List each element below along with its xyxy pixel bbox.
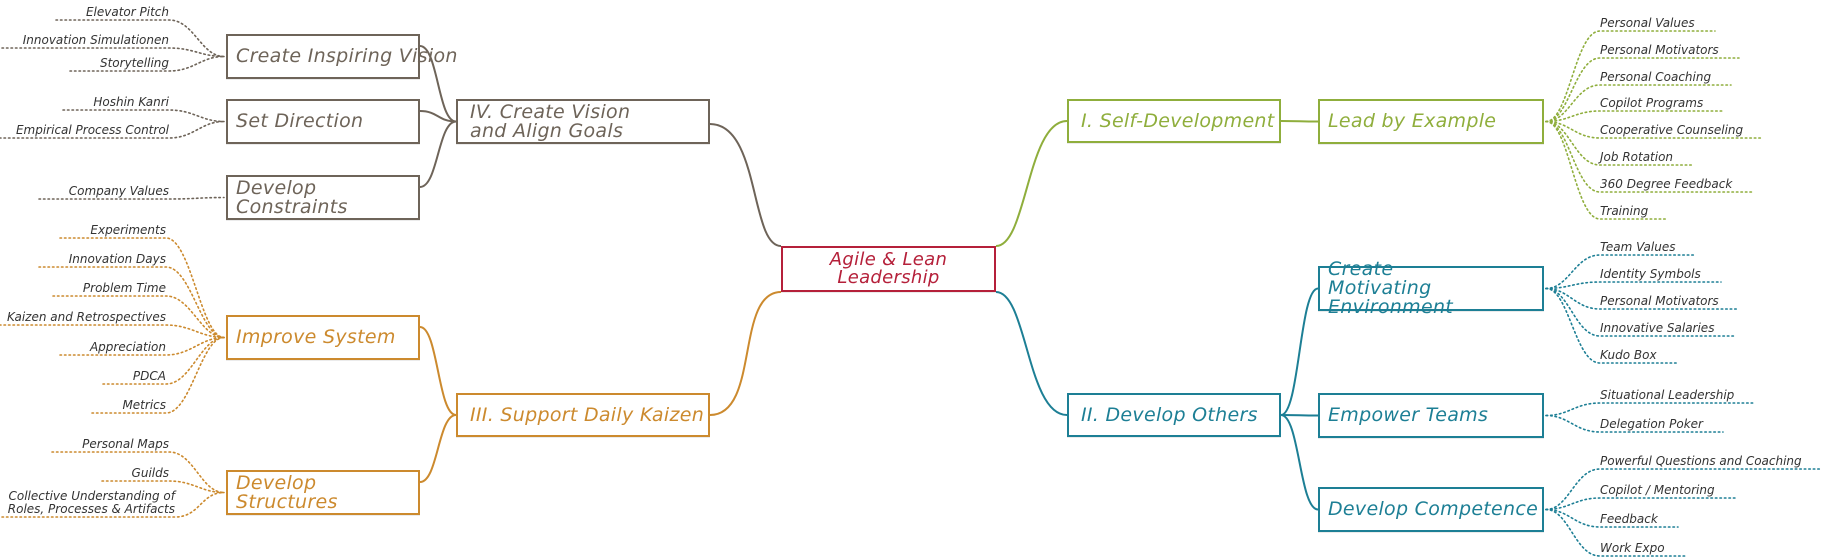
node-create-motivating-environment[interactable]: Create Motivating Environment	[1318, 260, 1544, 317]
leaf-job-rotation[interactable]: Job Rotation	[1600, 151, 1673, 163]
node-lead-by-example[interactable]: Lead by Example	[1318, 99, 1544, 144]
leaf-delegation-poker[interactable]: Delegation Poker	[1600, 418, 1703, 430]
leaf-connector	[1545, 281, 1722, 290]
leaf-innovative-salaries[interactable]: Innovative Salaries	[1600, 322, 1714, 334]
leaf-connector	[38, 266, 225, 339]
leaf-training[interactable]: Training	[1600, 205, 1648, 217]
leaf-identity-symbols[interactable]: Identity Symbols	[1600, 268, 1701, 280]
connector-root-self	[995, 120, 1068, 247]
leaf-kudo-box[interactable]: Kudo Box	[1600, 349, 1657, 361]
leaf-guilds[interactable]: Guilds	[132, 467, 169, 479]
leaf-storytelling[interactable]: Storytelling	[100, 57, 169, 69]
leaf-connector	[62, 109, 225, 123]
leaf-empirical-process-control[interactable]: Empirical Process Control	[16, 124, 169, 136]
connector-self-lead	[1280, 120, 1319, 123]
connector-kaizen-improve	[419, 326, 457, 416]
branch-support-kaizen[interactable]: III. Support Daily Kaizen	[456, 393, 710, 437]
leaf-connector	[1545, 497, 1736, 511]
leaf-connector	[1545, 402, 1755, 417]
leaf-360-degree-feedback[interactable]: 360 Degree Feedback	[1600, 178, 1732, 190]
leaf-situational-leadership[interactable]: Situational Leadership	[1600, 389, 1734, 401]
root-label: Agile & Lean Leadership	[829, 249, 948, 288]
node-develop-competence[interactable]: Develop Competence	[1318, 487, 1544, 532]
leaf-innovation-simulationen[interactable]: Innovation Simulationen	[23, 34, 169, 46]
leaf-elevator-pitch[interactable]: Elevator Pitch	[86, 6, 169, 18]
branch-label: III. Support Daily Kaizen	[470, 403, 705, 426]
leaf-collective-understanding[interactable]: Collective Understanding of Roles, Proce…	[5, 490, 175, 515]
node-label: Develop Constraints	[236, 176, 348, 218]
connector-others-competence	[1280, 414, 1319, 511]
node-develop-structures[interactable]: Develop Structures	[226, 470, 420, 515]
leaf-personal-values[interactable]: Personal Values	[1600, 17, 1695, 29]
node-label: Improve System	[236, 326, 396, 348]
leaf-connector	[1545, 110, 1724, 123]
leaf-copilot-programs[interactable]: Copilot Programs	[1600, 97, 1703, 109]
leaf-personal-motivators-2[interactable]: Personal Motivators	[1600, 295, 1719, 307]
branch-develop-others[interactable]: II. Develop Others	[1067, 393, 1281, 437]
leaf-powerful-questions[interactable]: Powerful Questions and Coaching	[1600, 455, 1802, 467]
node-label: Create Motivating Environment	[1328, 258, 1454, 318]
node-label: Develop Structures	[236, 471, 338, 513]
node-create-inspiring-vision[interactable]: Create Inspiring Vision	[226, 34, 457, 79]
branch-self-development[interactable]: I. Self-Development	[1067, 99, 1281, 143]
leaf-hoshin-kanri[interactable]: Hoshin Kanri	[93, 96, 169, 108]
connector-others-empower	[1280, 414, 1319, 417]
node-label: Set Direction	[236, 110, 364, 132]
leaf-company-values[interactable]: Company Values	[69, 185, 169, 197]
leaf-pdca[interactable]: PDCA	[133, 370, 166, 382]
node-improve-system[interactable]: Improve System	[226, 315, 420, 360]
branch-label: I. Self-Development	[1081, 109, 1275, 132]
leaf-team-values[interactable]: Team Values	[1600, 241, 1675, 253]
leaf-copilot-mentoring[interactable]: Copilot / Mentoring	[1600, 484, 1715, 496]
connector-kaizen-structures	[419, 414, 457, 483]
connector-root-vision	[709, 123, 782, 247]
leaf-appreciation[interactable]: Appreciation	[90, 341, 166, 353]
leaf-connector	[0, 324, 225, 339]
branch-label: IV. Create Vision and Align Goals	[470, 100, 631, 142]
connector-root-kaizen	[709, 291, 782, 416]
leaf-cooperative-counseling[interactable]: Cooperative Counseling	[1600, 124, 1743, 136]
node-label: Develop Competence	[1328, 498, 1539, 520]
leaf-experiments[interactable]: Experiments	[90, 224, 166, 236]
leaf-innovation-days[interactable]: Innovation Days	[69, 253, 166, 265]
leaf-work-expo[interactable]: Work Expo	[1600, 542, 1665, 554]
leaf-personal-maps[interactable]: Personal Maps	[82, 438, 169, 450]
leaf-personal-coaching[interactable]: Personal Coaching	[1600, 71, 1711, 83]
node-label: Lead by Example	[1328, 110, 1497, 132]
connector-root-others	[995, 291, 1068, 416]
connector-others-motivating	[1280, 287, 1319, 416]
root-node[interactable]: Agile & Lean Leadership	[781, 246, 996, 292]
leaf-feedback[interactable]: Feedback	[1600, 513, 1658, 525]
leaf-kaizen-retrospectives[interactable]: Kaizen and Retrospectives	[7, 311, 166, 323]
connector-vision-constraints	[419, 120, 457, 188]
node-label: Empower Teams	[1328, 404, 1489, 426]
node-empower-teams[interactable]: Empower Teams	[1318, 393, 1544, 438]
node-set-direction[interactable]: Set Direction	[226, 99, 420, 144]
leaf-personal-motivators[interactable]: Personal Motivators	[1600, 44, 1719, 56]
branch-label: II. Develop Others	[1081, 403, 1258, 426]
node-develop-constraints[interactable]: Develop Constraints	[226, 175, 420, 220]
branch-vision-goals[interactable]: IV. Create Vision and Align Goals	[456, 99, 710, 144]
leaf-problem-time[interactable]: Problem Time	[83, 282, 166, 294]
node-label: Create Inspiring Vision	[236, 45, 458, 67]
leaf-metrics[interactable]: Metrics	[122, 399, 166, 411]
